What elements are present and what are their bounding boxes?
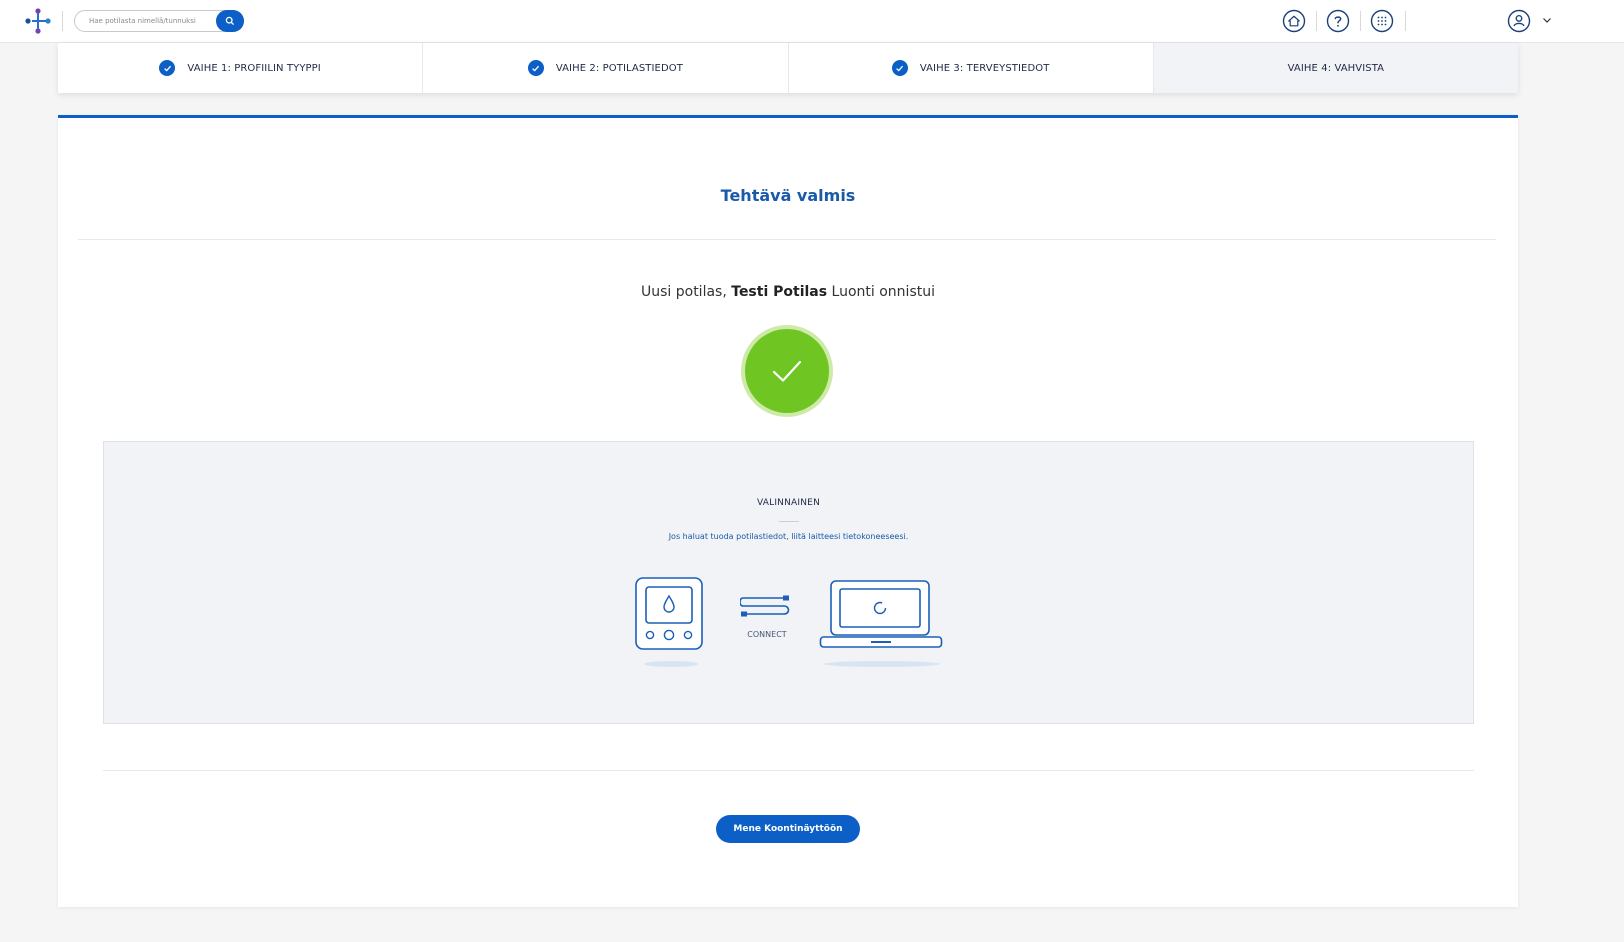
top-bar [0, 0, 1624, 43]
step-label: VAIHE 3: TERVEYSTIEDOT [919, 62, 1050, 74]
topbar-divider [62, 11, 63, 31]
divider [78, 239, 1496, 240]
search-icon [225, 16, 235, 26]
message-suffix: Luonti onnistui [831, 284, 935, 300]
wizard-steps: VAIHE 1: PROFIILIN TYYPPI VAIHE 2: POTIL… [58, 43, 1518, 93]
apps-grid-icon[interactable] [1370, 9, 1394, 33]
step-label: VAIHE 4: VAHVISTA [1287, 62, 1385, 74]
divider [103, 770, 1474, 771]
optional-title: VALINNAINEN [756, 498, 821, 508]
search-button[interactable] [216, 10, 244, 32]
confirmation-card: Tehtävä valmis Uusi potilas, Testi Potil… [58, 115, 1518, 907]
step-3[interactable]: VAIHE 3: TERVEYSTIEDOT [789, 43, 1154, 93]
check-icon [891, 60, 908, 76]
cable-icon [740, 595, 790, 617]
step-label: VAIHE 2: POTILASTIEDOT [555, 62, 683, 74]
help-icon[interactable] [1326, 9, 1350, 33]
chevron-down-icon[interactable] [1541, 14, 1553, 26]
success-message: Uusi potilas, Testi Potilas Luonti onnis… [58, 284, 1518, 300]
divider [779, 521, 799, 522]
step-2[interactable]: VAIHE 2: POTILASTIEDOT [423, 43, 789, 93]
patient-name: Testi Potilas [731, 284, 828, 300]
go-to-dashboard-button[interactable]: Mene Koontinäyttöön [716, 815, 860, 843]
device-shadow [644, 661, 698, 667]
step-label: VAIHE 1: PROFIILIN TYYPPI [187, 62, 321, 74]
check-icon [527, 60, 544, 76]
search-input[interactable] [89, 13, 213, 29]
topbar-divider [1316, 11, 1317, 31]
glucose-meter-icon [635, 577, 703, 650]
topbar-divider [1405, 11, 1406, 31]
topbar-divider [1360, 11, 1361, 31]
check-icon [159, 60, 176, 76]
logo-icon[interactable] [24, 8, 52, 34]
page-title: Tehtävä valmis [720, 186, 856, 205]
success-check-icon [741, 325, 833, 417]
message-prefix: Uusi potilas, [640, 284, 727, 300]
search-box [74, 10, 244, 32]
user-icon[interactable] [1507, 9, 1531, 33]
connect-label: CONNECT [747, 630, 787, 639]
optional-device-panel: VALINNAINEN Jos haluat tuoda potilastied… [103, 441, 1474, 724]
device-shadow [824, 661, 940, 667]
laptop-icon [819, 580, 943, 648]
step-1[interactable]: VAIHE 1: PROFIILIN TYYPPI [58, 43, 424, 93]
optional-instruction: Jos haluat tuoda potilastiedot, liitä la… [668, 532, 909, 541]
home-icon[interactable] [1282, 9, 1306, 33]
step-4[interactable]: VAIHE 4: VAHVISTA [1153, 43, 1518, 93]
